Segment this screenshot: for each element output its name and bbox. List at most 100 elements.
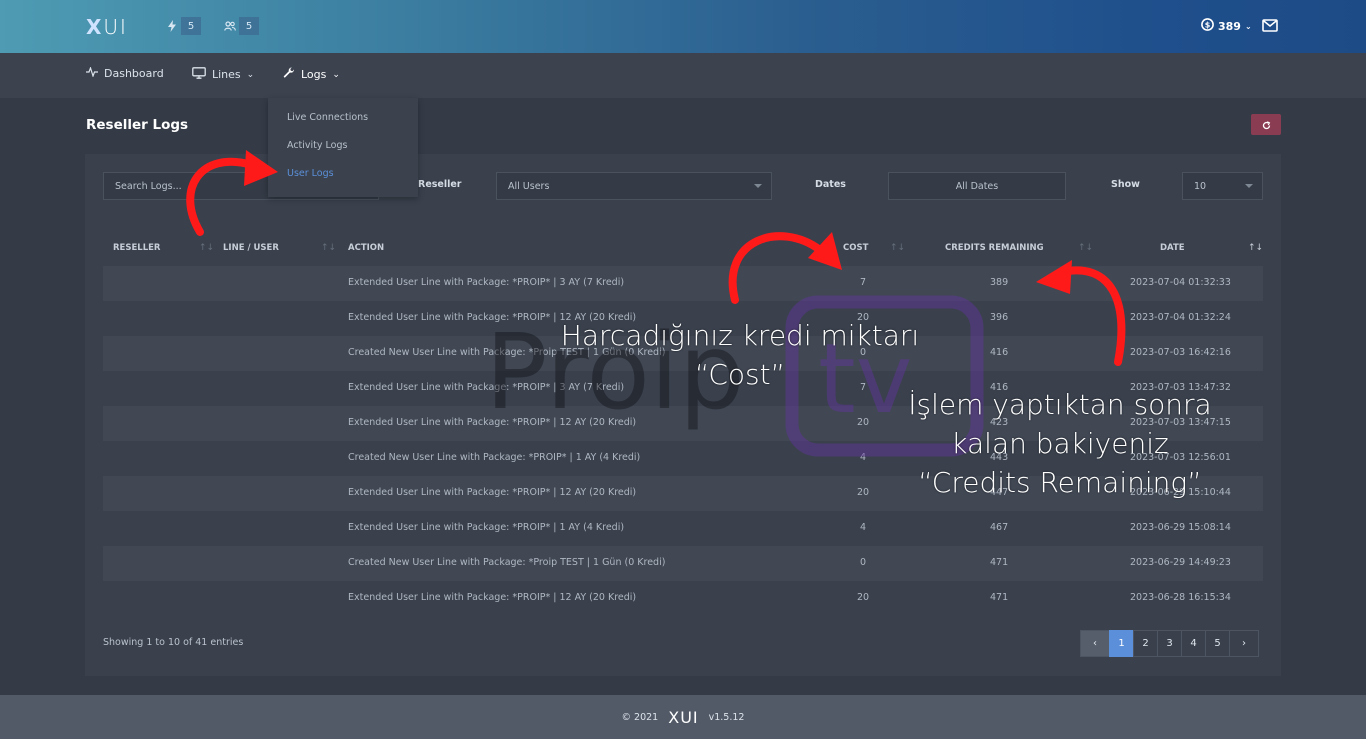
users-count: 5: [239, 17, 259, 35]
caret-down-icon: [1245, 184, 1253, 188]
page-button-5[interactable]: 5: [1205, 630, 1230, 657]
reseller-label: Reseller: [418, 179, 462, 190]
col-header-reseller[interactable]: RESELLER: [113, 243, 160, 253]
col-header-date[interactable]: DATE: [1160, 243, 1185, 253]
table-row[interactable]: Extended User Line with Package: *PROIP*…: [103, 511, 1263, 546]
connections-stat[interactable]: 5: [163, 16, 201, 36]
table-row[interactable]: Extended User Line with Package: *PROIP*…: [103, 266, 1263, 301]
action-cell: Created New User Line with Package: *Pro…: [348, 557, 666, 568]
credits-cell: 389: [990, 277, 1009, 288]
cost-cell: 20: [857, 592, 870, 603]
connections-count: 5: [181, 17, 201, 35]
cost-cell: 20: [857, 417, 870, 428]
coin-icon: $: [1201, 18, 1214, 34]
reseller-select[interactable]: All Users: [496, 172, 772, 200]
credits-cell: 467: [990, 522, 1009, 533]
logs-dropdown-menu: Live Connections Activity Logs User Logs: [268, 98, 418, 197]
bolt-icon: [163, 16, 181, 36]
credits-value: 389: [1218, 19, 1241, 33]
action-cell: Created New User Line with Package: *PRO…: [348, 452, 641, 463]
mail-icon[interactable]: [1262, 17, 1278, 36]
monitor-icon: [192, 67, 206, 82]
sort-desc-icon[interactable]: ↑↓: [1248, 243, 1263, 253]
caret-down-icon: [754, 184, 762, 188]
cost-cell: 4: [860, 522, 867, 533]
logo-ui: UI: [103, 15, 128, 39]
nav-lines-label: Lines: [212, 68, 241, 81]
pulse-icon: [86, 66, 98, 80]
cost-cell: 4: [860, 452, 867, 463]
table-row[interactable]: Created New User Line with Package: *Pro…: [103, 546, 1263, 581]
page-button-3[interactable]: 3: [1157, 630, 1182, 657]
table-row[interactable]: Extended User Line with Package: *PROIP*…: [103, 581, 1263, 616]
credits-annotation-line1: İşlem yaptıktan sonra: [908, 388, 1212, 421]
page-title: Reseller Logs: [86, 117, 189, 133]
credits-cell: 416: [990, 347, 1009, 358]
nav-dashboard[interactable]: Dashboard: [86, 66, 164, 80]
nav-logs[interactable]: Logs ⌄: [283, 67, 340, 82]
chevron-down-icon: ⌄: [332, 69, 340, 80]
logo-x: X: [86, 15, 104, 39]
credits-cell: 471: [990, 557, 1009, 568]
credits-dropdown[interactable]: $ 389 ⌄: [1201, 16, 1252, 36]
footer: © 2021 XUI v1.5.12: [0, 695, 1366, 739]
pagination: ‹ 1 2 3 4 5 ›: [1080, 630, 1259, 657]
refresh-icon: [1262, 115, 1271, 134]
col-header-line-user[interactable]: LINE / USER: [223, 243, 279, 253]
nav-logs-label: Logs: [301, 68, 327, 81]
cost-annotation-line1: Harcadığınız kredi miktarı: [560, 319, 920, 352]
action-cell: Extended User Line with Package: *PROIP*…: [348, 487, 637, 498]
cost-cell: 0: [860, 557, 867, 568]
main-nav: Dashboard Lines ⌄ Logs ⌄: [0, 53, 1366, 98]
chevron-down-icon: ⌄: [1244, 21, 1252, 31]
cost-cell: 20: [857, 487, 870, 498]
col-header-action[interactable]: ACTION: [348, 243, 384, 253]
reseller-select-value: All Users: [508, 180, 550, 192]
date-cell: 2023-07-03 16:42:16: [1130, 347, 1231, 358]
menu-item-live-connections[interactable]: Live Connections: [287, 112, 368, 123]
sort-icon[interactable]: ↑↓: [1078, 243, 1093, 253]
show-label: Show: [1111, 179, 1140, 190]
copyright-text: © 2021: [621, 711, 659, 723]
sort-icon[interactable]: ↑↓: [199, 243, 214, 253]
cost-cell: 7: [860, 277, 867, 288]
users-icon: [221, 16, 239, 36]
page-button-4[interactable]: 4: [1181, 630, 1206, 657]
sort-icon[interactable]: ↑↓: [890, 243, 905, 253]
date-cell: 2023-06-29 14:49:23: [1130, 557, 1231, 568]
page-button-1[interactable]: 1: [1109, 630, 1134, 657]
svg-text:$: $: [1205, 20, 1211, 29]
nav-dashboard-label: Dashboard: [104, 67, 164, 80]
version-text: v1.5.12: [708, 711, 745, 723]
nav-lines[interactable]: Lines ⌄: [192, 67, 254, 82]
entries-info: Showing 1 to 10 of 41 entries: [103, 637, 244, 648]
col-header-cost[interactable]: COST: [843, 243, 868, 253]
refresh-button[interactable]: [1251, 114, 1281, 135]
dates-range-input[interactable]: All Dates: [888, 172, 1066, 200]
sort-icon[interactable]: ↑↓: [321, 243, 336, 253]
users-stat[interactable]: 5: [221, 16, 259, 36]
menu-item-user-logs[interactable]: User Logs: [287, 168, 334, 179]
col-header-credits-remaining[interactable]: CREDITS REMAINING: [945, 243, 1044, 253]
action-cell: Extended User Line with Package: *PROIP*…: [348, 417, 637, 428]
show-select[interactable]: 10: [1182, 172, 1263, 200]
prev-page-button[interactable]: ‹: [1080, 630, 1110, 657]
credits-annotation-line3: “Credits Remaining”: [918, 466, 1202, 499]
date-cell: 2023-07-04 01:32:24: [1130, 312, 1231, 323]
credits-annotation-line2: kalan bakiyeniz: [951, 427, 1169, 460]
footer-logo: XUI: [668, 707, 699, 727]
next-page-button[interactable]: ›: [1229, 630, 1259, 657]
action-cell: Extended User Line with Package: *PROIP*…: [348, 277, 625, 288]
date-cell: 2023-06-29 15:08:14: [1130, 522, 1231, 533]
xui-logo[interactable]: XUI: [86, 15, 128, 39]
action-cell: Extended User Line with Package: *PROIP*…: [348, 592, 637, 603]
date-cell: 2023-06-28 16:15:34: [1130, 592, 1231, 603]
credits-cell: 396: [990, 312, 1009, 323]
top-header: XUI 5 5 $ 389 ⌄: [0, 0, 1366, 53]
credits-annotation: İşlem yaptıktan sonra kalan bakiyeniz “C…: [880, 385, 1240, 502]
chevron-down-icon: ⌄: [246, 69, 255, 80]
show-select-value: 10: [1194, 180, 1207, 192]
menu-item-activity-logs[interactable]: Activity Logs: [287, 140, 347, 151]
page-button-2[interactable]: 2: [1133, 630, 1158, 657]
action-cell: Extended User Line with Package: *PROIP*…: [348, 522, 625, 533]
